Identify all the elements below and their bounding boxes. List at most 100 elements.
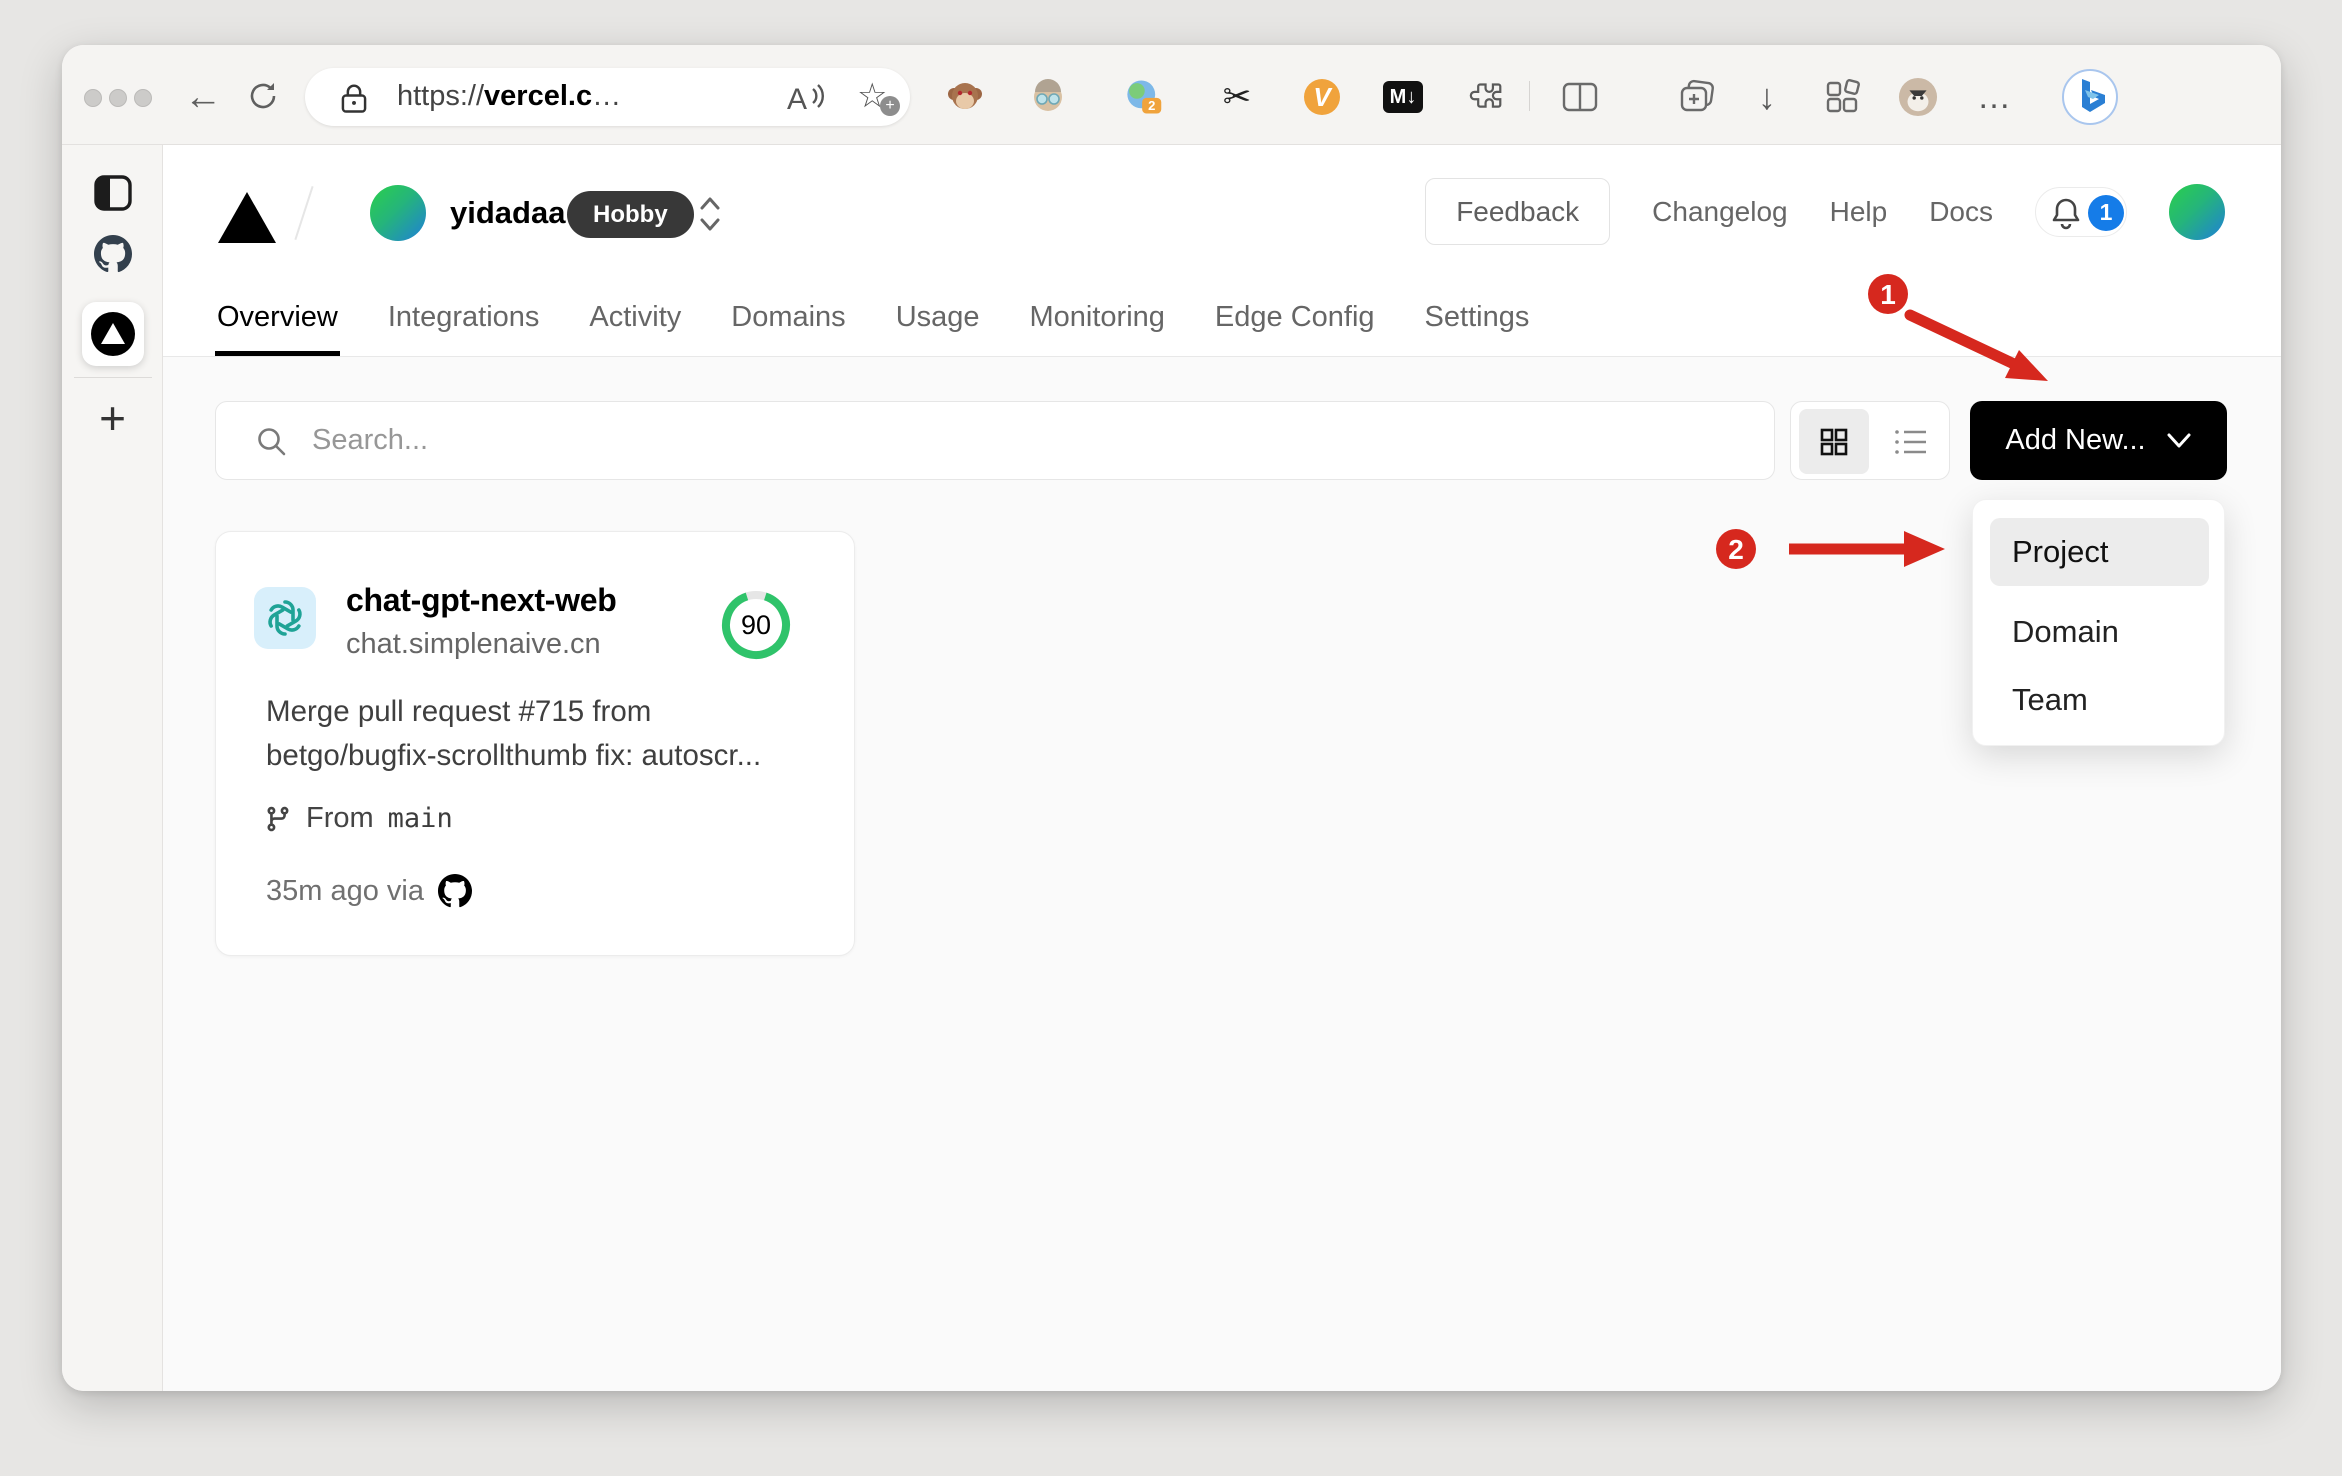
traffic-close-button[interactable] — [84, 89, 102, 107]
split-screen-icon[interactable] — [1560, 77, 1600, 117]
deploy-meta-row: 35m ago via — [266, 874, 472, 908]
bing-chat-icon[interactable] — [2062, 69, 2118, 125]
browser-sidebar: + — [62, 145, 163, 1391]
tab-domains[interactable]: Domains — [729, 295, 847, 356]
tab-overview[interactable]: Overview — [215, 295, 340, 356]
user-avatar[interactable] — [2169, 183, 2225, 240]
collections-icon[interactable] — [1677, 77, 1717, 117]
changelog-link[interactable]: Changelog — [1652, 196, 1787, 228]
tab-label: Domains — [731, 301, 846, 333]
team-avatar[interactable] — [370, 185, 426, 241]
tab-label: Settings — [1424, 301, 1530, 333]
tab-label: Monitoring — [1029, 301, 1165, 333]
url-ellipsis: … — [592, 80, 622, 112]
tab-settings[interactable]: Settings — [1423, 295, 1532, 356]
tab-label: Overview — [217, 301, 338, 333]
add-new-dropdown: Project Domain Team — [1972, 499, 2225, 746]
traffic-zoom-button[interactable] — [134, 89, 152, 107]
address-bar[interactable]: https://vercel.c… A ☆ + — [305, 68, 910, 126]
url-text: https://vercel.c… — [397, 80, 621, 113]
url-domain: vercel.c — [484, 80, 593, 112]
project-card[interactable]: chat-gpt-next-web chat.simplenaive.cn 90… — [215, 531, 855, 956]
notification-count-badge: 1 — [2088, 194, 2124, 231]
tab-edge-config[interactable]: Edge Config — [1213, 295, 1377, 356]
more-options-icon[interactable]: … — [1975, 77, 2015, 117]
dropdown-item-team[interactable]: Team — [1990, 666, 2209, 734]
docs-link[interactable]: Docs — [1929, 196, 1993, 228]
toolbar-divider — [1529, 81, 1530, 111]
v-icon-letter: V — [1313, 82, 1333, 112]
extensions-puzzle-icon[interactable] — [1467, 77, 1507, 117]
list-view-icon — [1895, 429, 1926, 454]
tab-label: Usage — [895, 301, 980, 333]
downloads-icon[interactable]: ↓ — [1747, 76, 1787, 117]
vercel-sidebar-tile[interactable] — [82, 302, 144, 366]
url-scheme: https:// — [397, 80, 485, 112]
list-view-button[interactable] — [1879, 409, 1943, 474]
traffic-minimize-button[interactable] — [109, 89, 127, 107]
read-aloud-icon[interactable]: A — [785, 81, 829, 115]
team-name[interactable]: yidadaa — [450, 195, 565, 231]
scissors-extension-icon[interactable]: ✂ — [1217, 77, 1257, 117]
overview-content: Add New... — [163, 356, 2281, 1391]
score-ring[interactable]: 90 — [718, 587, 794, 663]
tab-usage[interactable]: Usage — [894, 295, 982, 356]
notifications-button[interactable]: 1 — [2035, 186, 2127, 237]
github-sidebar-icon[interactable] — [94, 235, 132, 273]
refresh-icon[interactable] — [246, 79, 280, 113]
markdown-icon-label: M↓ — [1383, 81, 1423, 113]
from-label: From — [306, 802, 374, 834]
help-link[interactable]: Help — [1830, 196, 1888, 228]
tab-monitoring[interactable]: Monitoring — [1028, 295, 1167, 356]
dropdown-item-domain[interactable]: Domain — [1990, 598, 2209, 666]
project-icon — [254, 587, 316, 649]
tab-integrations[interactable]: Integrations — [386, 295, 542, 356]
score-value: 90 — [740, 609, 772, 640]
vercel-page: yidadaa Hobby Feedback Changelog Help Do… — [163, 145, 2281, 1391]
sidebar-divider — [74, 377, 152, 378]
chevron-down-icon — [2167, 433, 2191, 447]
team-switcher-icon[interactable] — [697, 193, 723, 235]
deploy-time: 35m ago via — [266, 874, 424, 907]
search-box — [215, 401, 1775, 480]
back-icon[interactable]: ← — [184, 75, 222, 119]
tab-bar: Overview Integrations Activity Domains U… — [215, 295, 1531, 356]
dual-circle-extension-icon[interactable]: 2 — [1123, 77, 1163, 117]
svg-text:A: A — [787, 83, 807, 115]
search-icon — [258, 428, 286, 456]
grid-view-button[interactable] — [1799, 409, 1869, 474]
vercel-sidebar-icon — [91, 312, 135, 356]
v-downloader-extension-icon[interactable]: V — [1302, 77, 1342, 117]
vercel-logo[interactable] — [218, 192, 276, 243]
apps-icon[interactable] — [1822, 77, 1862, 117]
branch-row: From main — [264, 802, 453, 835]
sidebar-add-button[interactable]: + — [62, 391, 163, 445]
branch-name: main — [387, 803, 453, 834]
dropdown-item-project[interactable]: Project — [1990, 518, 2209, 586]
tab-activity[interactable]: Activity — [587, 295, 683, 356]
bell-icon — [2052, 198, 2080, 229]
search-input[interactable] — [312, 402, 1712, 479]
lock-icon — [341, 84, 367, 113]
reader-face-extension-icon[interactable] — [1028, 77, 1068, 117]
feedback-button[interactable]: Feedback — [1425, 178, 1611, 245]
project-domain[interactable]: chat.simplenaive.cn — [346, 628, 601, 661]
breadcrumb-slash — [294, 186, 314, 240]
plan-badge: Hobby — [567, 191, 694, 238]
monkey-extension-icon[interactable] — [945, 77, 985, 117]
browser-window: ← https://vercel.c… A ☆ + 2 ✂ V M↓ ↓ … +… — [62, 45, 2281, 1391]
tab-label: Integrations — [387, 301, 540, 333]
add-new-button[interactable]: Add New... — [1970, 401, 2227, 480]
markdown-extension-icon[interactable]: M↓ — [1383, 77, 1423, 117]
browser-profile-avatar[interactable] — [1898, 77, 1938, 117]
view-toggle — [1790, 401, 1950, 480]
commit-message[interactable]: Merge pull request #715 from betgo/bugfi… — [266, 690, 818, 778]
sidebar-toggle-icon[interactable] — [94, 175, 132, 211]
github-source-icon — [438, 874, 472, 908]
browser-toolbar: ← https://vercel.c… A ☆ + 2 ✂ V M↓ ↓ … — [62, 45, 2281, 145]
tab-label: Activity — [589, 301, 682, 333]
git-branch-icon — [267, 806, 289, 831]
extension-badge-count: 2 — [1148, 98, 1155, 113]
project-name[interactable]: chat-gpt-next-web — [346, 582, 617, 619]
header-right: Feedback Changelog Help Docs 1 — [1425, 178, 2225, 245]
